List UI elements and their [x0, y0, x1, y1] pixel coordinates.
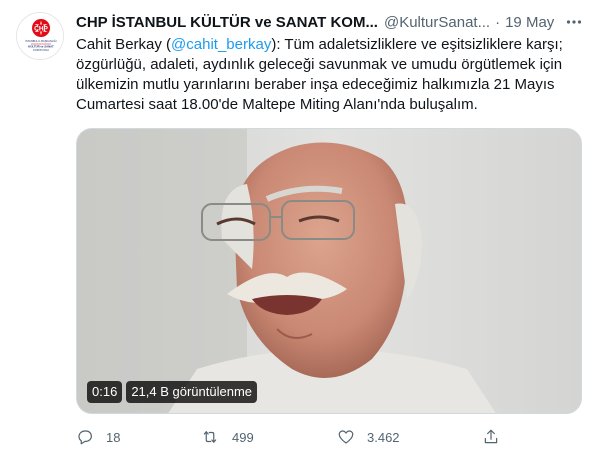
retweet-count: 499: [232, 429, 254, 445]
tweet[interactable]: CHP İSTANBUL İL BAŞKANLIĞI KÜLTÜR ve SAN…: [0, 0, 598, 457]
retweet-button[interactable]: 499: [200, 425, 254, 449]
share-icon: [484, 429, 498, 444]
avatar[interactable]: CHP İSTANBUL İL BAŞKANLIĞI KÜLTÜR ve SAN…: [16, 12, 64, 60]
more-options-button[interactable]: [562, 10, 586, 34]
author-name[interactable]: CHP İSTANBUL KÜLTÜR ve SANAT KOM...: [76, 14, 378, 31]
author-handle[interactable]: @KulturSanat...: [384, 14, 490, 31]
separator-dot: ·: [495, 13, 501, 31]
more-horizontal-icon: [566, 20, 582, 24]
reply-count: 18: [106, 429, 121, 445]
tweet-date[interactable]: 19 May: [505, 14, 554, 31]
tweet-text: Cahit Berkay (@cahit_berkay): Tüm adalet…: [76, 35, 586, 115]
video-duration: 0:16: [87, 381, 123, 403]
video-player[interactable]: 0:16 21,4 B görüntülenme: [76, 128, 582, 414]
like-count: 3.462: [367, 429, 400, 445]
avatar-logo-text: CHP: [34, 26, 48, 33]
chp-logo-icon: CHP İSTANBUL İL BAŞKANLIĞI KÜLTÜR ve SAN…: [17, 13, 63, 59]
reply-button[interactable]: 18: [76, 425, 120, 449]
tweet-text-prefix: Cahit Berkay (: [76, 36, 172, 53]
video-overlay: 0:16 21,4 B görüntülenme: [87, 381, 258, 403]
video-thumbnail: [77, 129, 581, 413]
tweet-actions: 18 499 3.462: [76, 425, 506, 449]
tweet-header: CHP İSTANBUL KÜLTÜR ve SANAT KOM... @Kul…: [76, 12, 586, 32]
heart-icon: [338, 430, 354, 444]
video-views: 21,4 B görüntülenme: [126, 381, 258, 403]
reply-icon: [78, 430, 92, 445]
retweet-icon: [203, 431, 217, 443]
avatar-line2: KÜLTÜR ve SANAT: [28, 44, 54, 49]
share-button[interactable]: [482, 425, 512, 449]
like-button[interactable]: 3.462: [337, 425, 400, 449]
mention-link[interactable]: @cahit_berkay: [171, 36, 271, 53]
